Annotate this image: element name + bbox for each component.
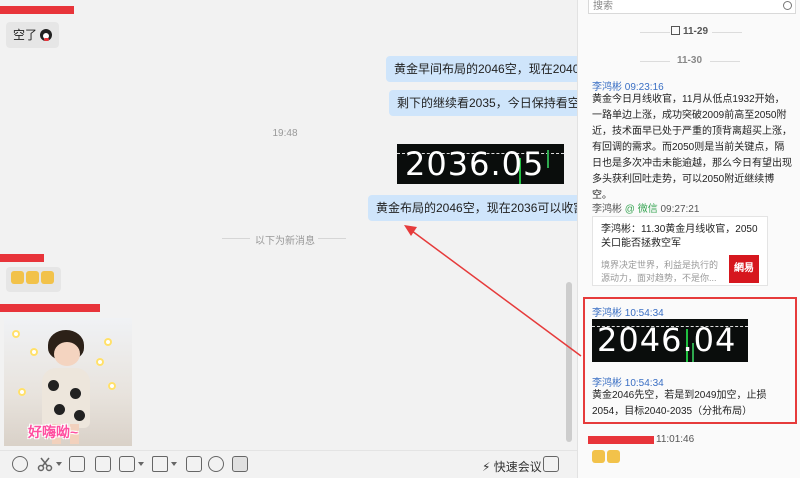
folder-icon[interactable]	[152, 456, 168, 472]
clap-emoji-icon	[607, 450, 620, 463]
message-sender: 李鸿彬 09:23:16	[592, 82, 664, 93]
message-text: 黄金布局的2046空，现在2036可以收割出局	[376, 201, 577, 215]
chat-scrollbar[interactable]	[566, 282, 572, 442]
article-description: 境界决定世界，利益是执行的源动力，面对趋势，不是你...	[601, 260, 719, 283]
photo-caption: 好嗨呦~	[28, 424, 79, 440]
message-timestamp: 19:48	[272, 128, 298, 139]
price-value: 2036.05	[405, 145, 545, 183]
chat-photo-image[interactable]: 好嗨呦~	[4, 318, 132, 446]
message-text: 黄金早间布局的2046空，现在2040减仓	[394, 62, 577, 76]
more-icon[interactable]	[208, 456, 224, 472]
date-separator: 11-30	[676, 55, 703, 66]
penguin-emoji-icon	[40, 29, 53, 41]
chat-message-in[interactable]: 空了	[6, 22, 60, 48]
thumbs-up-emoji-icon	[26, 271, 39, 284]
document-icon[interactable]	[95, 456, 111, 472]
chevron-down-icon[interactable]	[138, 462, 144, 466]
chat-message-out[interactable]: 黄金早间布局的2046空，现在2040减仓	[386, 56, 577, 82]
input-toolbar: ⚡ 快速会议	[0, 450, 577, 478]
quick-meeting-button[interactable]: ⚡ 快速会议	[482, 458, 542, 475]
scissors-icon[interactable]	[37, 456, 53, 472]
clap-emoji	[592, 450, 622, 466]
message-sender: 李鸿彬 @ 微信 09:27:21	[592, 204, 700, 215]
highlight-box	[583, 297, 797, 424]
calendar-icon	[670, 26, 680, 35]
chevron-down-icon[interactable]	[171, 462, 177, 466]
chat-area: 空了 黄金早间布局的2046空，现在2040减仓 剩下的继续看2035，今日保持…	[0, 0, 577, 478]
redacted-sender-name	[0, 304, 100, 312]
thumbs-up-emoji-icon	[41, 271, 54, 284]
message-text: 剩下的继续看2035，今日保持看空思路	[397, 96, 577, 110]
search-input[interactable]: 搜索	[588, 0, 796, 14]
history-message-text: 黄金今日月线收官，11月从低点1932开始，一路单边上涨，成功突破2009前高至…	[592, 94, 792, 201]
chat-message-out[interactable]: 黄金布局的2046空，现在2036可以收割出局	[368, 195, 577, 221]
message-sender: 11:01:46	[656, 434, 695, 445]
new-message-divider: 以下为新消息	[255, 236, 315, 247]
thumbs-up-emoji-icon	[11, 271, 24, 284]
netease-logo: 網易	[729, 255, 759, 283]
emoji-icon[interactable]	[12, 456, 28, 472]
search-icon[interactable]	[783, 1, 792, 10]
chat-history-icon[interactable]	[543, 456, 559, 472]
chat-message-out[interactable]: 剩下的继续看2035，今日保持看空思路	[389, 90, 577, 116]
yen-icon[interactable]	[186, 456, 202, 472]
chevron-down-icon[interactable]	[56, 462, 62, 466]
article-title: 李鸿彬：11.30黄金月线收官，2050关口能否拯救空军	[601, 224, 758, 249]
redacted-sender-name	[588, 436, 654, 444]
redacted-sender-name	[0, 6, 74, 14]
chat-message-in[interactable]	[6, 267, 61, 292]
image-icon[interactable]	[69, 456, 85, 472]
date-separator[interactable]: 11-29	[578, 26, 800, 37]
price-screenshot-image[interactable]: 2036.05	[397, 144, 564, 184]
lightning-icon: ⚡	[482, 460, 491, 474]
message-text: 空了	[13, 28, 38, 42]
checklist-icon[interactable]	[119, 456, 135, 472]
clap-emoji-icon	[592, 450, 605, 463]
screen-share-icon[interactable]	[232, 456, 248, 472]
redacted-sender-name	[0, 254, 44, 262]
shared-article-card[interactable]: 李鸿彬：11.30黄金月线收官，2050关口能否拯救空军 境界决定世界，利益是执…	[592, 216, 768, 286]
